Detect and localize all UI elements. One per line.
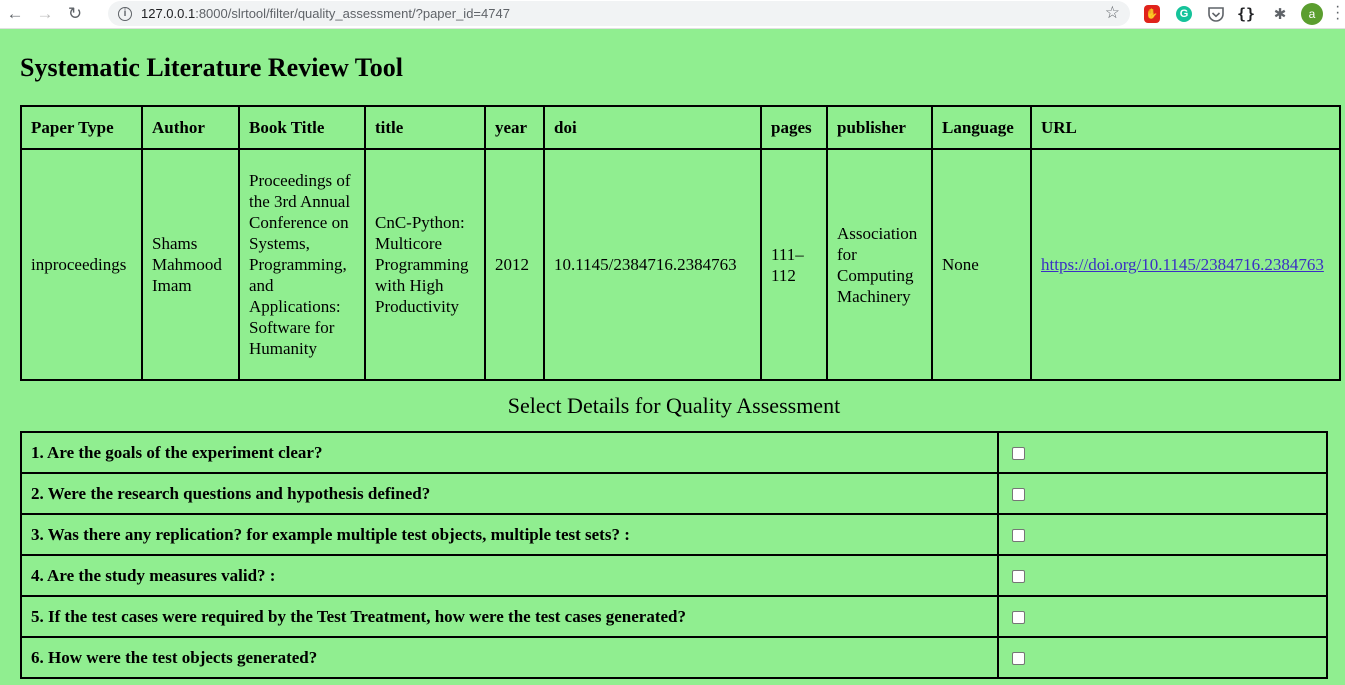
adblock-extension-icon[interactable]: ✋ [1142, 4, 1162, 24]
qa-checkbox[interactable] [1012, 611, 1025, 625]
qa-row: 5. If the test cases were required by th… [20, 595, 1328, 638]
page-content: Systematic Literature Review Tool Paper … [0, 53, 1345, 679]
cell-paper-type: inproceedings [20, 148, 143, 381]
header-paper-type: Paper Type [20, 105, 143, 150]
cell-year: 2012 [484, 148, 545, 381]
qa-checkbox[interactable] [1012, 570, 1025, 584]
pocket-extension-icon[interactable] [1206, 4, 1226, 24]
qa-checkbox[interactable] [1012, 529, 1025, 543]
qa-question: 6. How were the test objects generated? [20, 636, 999, 679]
info-icon[interactable]: i [118, 6, 132, 21]
header-url: URL [1030, 105, 1341, 150]
address-bar[interactable]: i 127.0.0.1:8000/slrtool/filter/quality_… [108, 1, 1130, 26]
cell-language: None [931, 148, 1032, 381]
url-host: 127.0.0.1 [141, 6, 196, 21]
profile-avatar[interactable]: a [1301, 3, 1323, 25]
paper-details-table: Paper Type Author Book Title title year … [20, 105, 1341, 381]
cell-pages: 111–112 [760, 148, 828, 381]
qa-heading: Select Details for Quality Assessment [507, 393, 841, 418]
cell-author: Shams Mahmood Imam [141, 148, 240, 381]
qa-checkbox[interactable] [1012, 652, 1025, 666]
cell-doi: 10.1145/2384716.2384763 [543, 148, 762, 381]
qa-checkbox[interactable] [1012, 488, 1025, 502]
json-extension-icon[interactable]: {} [1236, 4, 1256, 24]
paper-row: inproceedings Shams Mahmood Imam Proceed… [20, 148, 1341, 381]
forward-icon[interactable]: → [30, 0, 60, 28]
browser-toolbar: ← → ↻ i 127.0.0.1:8000/slrtool/filter/qu… [0, 0, 1345, 29]
header-year: year [484, 105, 545, 150]
header-publisher: publisher [826, 105, 933, 150]
quality-assessment-table: 1. Are the goals of the experiment clear… [20, 431, 1328, 679]
qa-question: 3. Was there any replication? for exampl… [20, 513, 999, 556]
qa-row: 6. How were the test objects generated? [20, 636, 1328, 679]
header-language: Language [931, 105, 1032, 150]
cell-book-title: Proceedings of the 3rd Annual Conference… [238, 148, 366, 381]
bookmark-star-icon[interactable]: ☆ [1105, 3, 1120, 23]
qa-row: 4. Are the study measures valid? : [20, 554, 1328, 597]
header-title: title [364, 105, 486, 150]
url-path: :8000/slrtool/filter/quality_assessment/… [195, 6, 510, 21]
qa-question: 2. Were the research questions and hypot… [20, 472, 999, 515]
header-book-title: Book Title [238, 105, 366, 150]
qa-row: 3. Was there any replication? for exampl… [20, 513, 1328, 556]
qa-row: 1. Are the goals of the experiment clear… [20, 431, 1328, 474]
header-pages: pages [760, 105, 828, 150]
qa-row: 2. Were the research questions and hypot… [20, 472, 1328, 515]
qa-checkbox[interactable] [1012, 447, 1025, 461]
doi-link[interactable]: https://doi.org/10.1145/2384716.2384763 [1041, 255, 1324, 274]
qa-question: 1. Are the goals of the experiment clear… [20, 431, 999, 474]
reload-icon[interactable]: ↻ [60, 0, 90, 28]
header-author: Author [141, 105, 240, 150]
paper-table-header-row: Paper Type Author Book Title title year … [20, 105, 1341, 150]
page-title: Systematic Literature Review Tool [20, 53, 403, 82]
cell-publisher: Association for Computing Machinery [826, 148, 933, 381]
qa-question: 4. Are the study measures valid? : [20, 554, 999, 597]
header-doi: doi [543, 105, 762, 150]
back-icon[interactable]: ← [0, 0, 30, 28]
browser-menu-icon[interactable]: · · · [1335, 0, 1340, 27]
extensions-puzzle-icon[interactable]: ✱ [1270, 4, 1290, 24]
qa-question: 5. If the test cases were required by th… [20, 595, 999, 638]
grammarly-extension-icon[interactable]: G [1174, 4, 1194, 24]
cell-title: CnC-Python: Multicore Programming with H… [364, 148, 486, 381]
cell-url: https://doi.org/10.1145/2384716.2384763 [1030, 148, 1341, 381]
